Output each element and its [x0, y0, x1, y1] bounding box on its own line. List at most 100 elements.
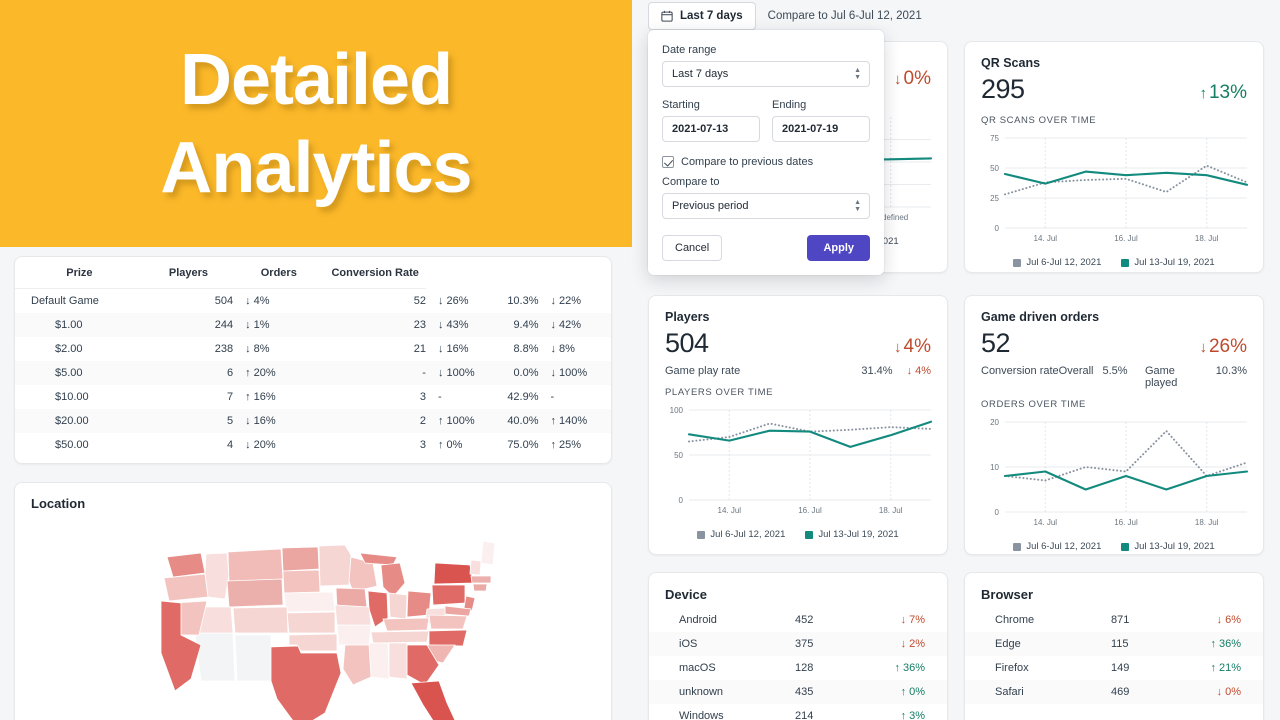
item-delta: ↑ 0%	[900, 686, 925, 698]
table-row[interactable]: $2.00 238 ↓ 8% 21 ↓ 16% 8.8% ↓ 8%	[15, 337, 611, 361]
compare-checkbox[interactable]	[662, 156, 674, 168]
svg-text:18. Jul: 18. Jul	[1195, 234, 1219, 243]
legend-swatch-previous	[1013, 542, 1022, 551]
cell-prize: $50.00	[55, 439, 89, 451]
arrow-down-icon: ↓	[245, 295, 251, 307]
starting-value: 2021-07-13	[672, 123, 729, 135]
legend-swatch-current	[1121, 258, 1130, 267]
compare-to-label: Compare to	[662, 176, 720, 188]
list-item[interactable]: Safari 469 ↓ 0%	[965, 680, 1263, 704]
column-header-conversion-rate[interactable]: Conversion Rate	[324, 257, 426, 289]
table-row[interactable]: $5.00 6 ↑ 20% - ↓ 100% 0.0% ↓ 100%	[15, 361, 611, 385]
legend-previous[interactable]: Jul 6-Jul 12, 2021	[697, 529, 785, 540]
table-row[interactable]: $20.00 5 ↓ 16% 2 ↑ 100% 40.0% ↑ 140%	[15, 409, 611, 433]
banner-title-line-1: Detailed	[179, 39, 453, 120]
cell-delta: ↓ 43%	[437, 319, 469, 331]
players-change: ↓ 4%	[894, 336, 931, 357]
list-item[interactable]: Chrome 871 ↓ 6%	[965, 608, 1263, 632]
prize-table-header: Prize Players Orders Conversion Rate	[15, 257, 611, 289]
svg-text:14. Jul: 14. Jul	[1034, 518, 1058, 527]
arrow-down-icon: ↓	[550, 294, 557, 307]
list-item[interactable]: macOS 128 ↑ 36%	[649, 656, 947, 680]
item-name: iOS	[679, 638, 698, 650]
legend-previous[interactable]: Jul 6-Jul 12, 2021	[1013, 257, 1101, 268]
table-row[interactable]: $50.00 4 ↓ 20% 3 ↑ 0% 75.0% ↑ 25%	[15, 433, 611, 457]
qr-title: QR Scans	[981, 56, 1041, 70]
banner-title-line-2: Analytics	[160, 127, 472, 208]
svg-text:20: 20	[990, 418, 999, 427]
arrow-down-icon: ↓	[245, 439, 251, 451]
cell-orders: 2	[419, 415, 426, 427]
players-chart[interactable]: 0 50 100 14. Jul 16. Jul 18. Jul	[649, 398, 947, 527]
cell-delta: ↓ 8%	[245, 343, 270, 355]
item-count: 375	[795, 638, 814, 650]
game-played-value: 10.3%	[1215, 365, 1247, 377]
starting-input[interactable]: 2021-07-13	[662, 116, 760, 142]
arrow-up-icon: ↑	[1199, 85, 1207, 102]
svg-text:18. Jul: 18. Jul	[879, 506, 903, 515]
orders-header: Game driven orders 52 ↓ 26% Conversion ra…	[965, 296, 1263, 389]
arrow-down-icon: ↓	[1216, 614, 1223, 626]
arrow-up-icon: ↑	[894, 662, 900, 674]
list-item[interactable]: unknown 435 ↑ 0%	[649, 680, 947, 704]
legend-current[interactable]: Jul 13-Jul 19, 2021	[1121, 257, 1215, 268]
list-item[interactable]: Edge 115 ↑ 36%	[965, 632, 1263, 656]
players-title: Players	[665, 310, 710, 324]
arrow-up-icon: ↑	[550, 415, 557, 427]
svg-text:0: 0	[995, 224, 1000, 233]
list-item[interactable]: Android 452 ↓ 7%	[649, 608, 947, 632]
cancel-button[interactable]: Cancel	[662, 235, 723, 261]
table-row[interactable]: $1.00 244 ↓ 1% 23 ↓ 43% 9.4% ↓ 42%	[15, 313, 611, 337]
scans-change: ↓ 0%	[894, 68, 931, 89]
list-item[interactable]: Firefox 149 ↑ 21%	[965, 656, 1263, 680]
us-choropleth-map[interactable]	[15, 513, 613, 720]
svg-text:100: 100	[670, 406, 684, 415]
map-svg	[160, 540, 496, 720]
item-count: 214	[795, 710, 814, 720]
date-range-button[interactable]: Last 7 days	[648, 2, 756, 30]
cell-orders: -	[422, 367, 426, 379]
column-header-prize[interactable]: Prize	[15, 257, 144, 289]
orders-chart[interactable]: 0 10 20 14. Jul 16. Jul 18. Jul	[965, 410, 1263, 539]
cell-prize: $5.00	[55, 367, 83, 379]
date-range-field-label: Date range	[662, 44, 717, 56]
ending-input[interactable]: 2021-07-19	[772, 116, 870, 142]
date-range-select[interactable]: Last 7 days ▲ ▼	[662, 61, 870, 87]
table-row[interactable]: Default Game 504 ↓ 4% 52 ↓ 26% 10.3% ↓ 22%	[15, 289, 611, 314]
arrow-up-icon: ↑	[900, 686, 907, 698]
column-header-orders[interactable]: Orders	[233, 257, 325, 289]
qr-change: ↑ 13%	[1199, 82, 1247, 103]
item-delta: ↑ 3%	[900, 710, 925, 720]
cell-prize: Default Game	[31, 295, 99, 307]
legend-current[interactable]: Jul 13-Jul 19, 2021	[805, 529, 899, 540]
arrow-down-icon: ↓	[245, 319, 251, 331]
legend-current[interactable]: Jul 13-Jul 19, 2021	[1121, 541, 1215, 552]
prize-table-body: Default Game 504 ↓ 4% 52 ↓ 26% 10.3% ↓ 22% $1.00 24…	[15, 289, 611, 458]
item-name: Firefox	[995, 662, 1029, 674]
svg-text:75: 75	[990, 134, 999, 143]
cell-delta: ↓ 100%	[550, 367, 588, 379]
cell-delta: ↑ 0%	[437, 439, 463, 451]
list-item[interactable]: iOS 375 ↓ 2%	[649, 632, 947, 656]
table-row[interactable]: $10.00 7 ↑ 16% 3-42.9% -	[15, 385, 611, 409]
compare-checkbox-row[interactable]: Compare to previous dates	[662, 156, 870, 168]
cell-conversion: 0.0%	[513, 367, 539, 379]
item-name: Edge	[995, 638, 1021, 650]
apply-button[interactable]: Apply	[807, 235, 870, 261]
svg-text:10: 10	[990, 463, 999, 472]
legend-previous[interactable]: Jul 6-Jul 12, 2021	[1013, 541, 1101, 552]
column-header-players[interactable]: Players	[143, 257, 234, 289]
device-row-list: Android 452 ↓ 7% iOS 375 ↓ 2% macOS 128 ↑ 36% unknow…	[649, 608, 947, 720]
cell-delta: ↓ 22%	[550, 294, 582, 307]
device-breakdown-card: Device Android 452 ↓ 7% iOS 375 ↓ 2% macOS 128 ↑ 36…	[648, 572, 948, 720]
players-header: Players 504 ↓ 4% Game play rate 31.4% ↓ 4%	[649, 296, 947, 377]
qr-chart[interactable]: 0 25 50 75 14. Jul 16. Jul 18. Jul	[965, 126, 1263, 255]
compare-to-select[interactable]: Previous period ▲ ▼	[662, 193, 870, 219]
location-card: Location	[14, 482, 612, 720]
list-item[interactable]: Windows 214 ↑ 3%	[649, 704, 947, 720]
cell-conversion: 9.4%	[513, 319, 539, 331]
map-states	[160, 540, 496, 720]
analytics-dashboard: Detailed Analytics Prize Players Orders …	[0, 0, 1280, 720]
item-delta: ↑ 36%	[894, 662, 925, 674]
arrow-down-icon: ↓	[906, 365, 913, 377]
